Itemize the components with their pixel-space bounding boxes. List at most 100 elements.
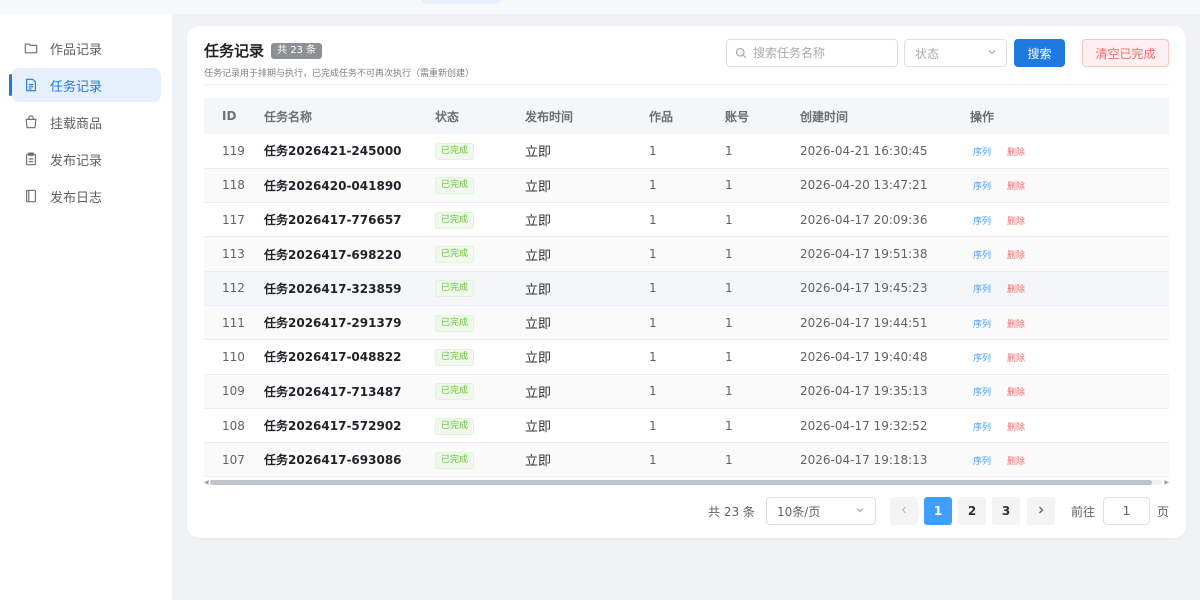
cell-account: 1 <box>725 305 800 341</box>
sidebar-item-task-record[interactable]: 任务记录 <box>9 68 161 102</box>
table-row[interactable]: 119 任务2026421-245000 已完成 立即 1 1 2026-04-… <box>204 134 1169 169</box>
scroll-left-arrow-icon[interactable]: ◀ <box>204 479 209 486</box>
goto-page-input[interactable] <box>1103 497 1150 525</box>
delete-link[interactable]: 删除 <box>1007 423 1025 433</box>
table-row[interactable]: 109 任务2026417-713487 已完成 立即 1 1 2026-04-… <box>204 374 1169 409</box>
cell-works: 1 <box>649 134 725 169</box>
column-header-id[interactable]: ID <box>204 98 264 134</box>
cell-account: 1 <box>725 374 800 409</box>
sequence-link[interactable]: 序列 <box>973 217 991 227</box>
status-select[interactable]: 状态 <box>904 39 1007 67</box>
cell-account: 1 <box>725 236 800 272</box>
column-header-created-time[interactable]: 创建时间 <box>800 98 970 134</box>
column-header-account[interactable]: 账号 <box>725 98 800 134</box>
search-button[interactable]: 搜索 <box>1014 39 1065 67</box>
sequence-link[interactable]: 序列 <box>973 388 991 398</box>
sequence-link[interactable]: 序列 <box>973 182 991 192</box>
cell-account: 1 <box>725 134 800 169</box>
delete-link[interactable]: 删除 <box>1007 182 1025 192</box>
cell-account: 1 <box>725 339 800 375</box>
page-button-2[interactable]: 2 <box>958 497 986 525</box>
column-header-works[interactable]: 作品 <box>649 98 725 134</box>
goto-label: 前往 <box>1071 505 1096 519</box>
cell-created-time: 2026-04-17 19:45:23 <box>800 271 970 306</box>
search-box[interactable] <box>726 39 898 67</box>
next-page-button[interactable] <box>1027 497 1055 525</box>
delete-link[interactable]: 删除 <box>1007 388 1025 398</box>
cell-id: 110 <box>204 339 264 375</box>
sidebar-item-works-record[interactable]: 作品记录 <box>11 31 161 65</box>
table-row[interactable]: 110 任务2026417-048822 已完成 立即 1 1 2026-04-… <box>204 339 1169 375</box>
top-tab-indicator <box>420 0 502 4</box>
search-input[interactable] <box>753 46 893 60</box>
cell-task-name: 任务2026417-713487 <box>264 374 435 409</box>
table-row[interactable]: 118 任务2026420-041890 已完成 立即 1 1 2026-04-… <box>204 168 1169 204</box>
page-button-3[interactable]: 3 <box>992 497 1020 525</box>
cell-id: 109 <box>204 374 264 409</box>
status-badge: 已完成 <box>435 280 475 298</box>
cell-publish-time: 立即 <box>525 168 649 204</box>
delete-link[interactable]: 删除 <box>1007 251 1025 261</box>
sidebar-item-products[interactable]: 挂载商品 <box>11 105 161 139</box>
folder-icon <box>24 41 38 55</box>
status-badge: 已完成 <box>435 383 475 401</box>
cell-created-time: 2026-04-17 19:35:13 <box>800 374 970 409</box>
cell-account: 1 <box>725 202 800 238</box>
table-row[interactable]: 117 任务2026417-776657 已完成 立即 1 1 2026-04-… <box>204 202 1169 238</box>
status-badge: 已完成 <box>435 314 475 332</box>
cell-created-time: 2026-04-20 13:47:21 <box>800 168 970 204</box>
column-header-name[interactable]: 任务名称 <box>264 98 435 134</box>
page-button-1[interactable]: 1 <box>924 497 952 525</box>
sequence-link[interactable]: 序列 <box>973 457 991 467</box>
sidebar-item-publish-log[interactable]: 发布日志 <box>11 179 161 213</box>
sequence-link[interactable]: 序列 <box>973 251 991 261</box>
table-row[interactable]: 113 任务2026417-698220 已完成 立即 1 1 2026-04-… <box>204 236 1169 272</box>
cell-works: 1 <box>649 374 725 409</box>
status-badge: 已完成 <box>435 211 475 229</box>
sequence-link[interactable]: 序列 <box>973 285 991 295</box>
delete-link[interactable]: 删除 <box>1007 217 1025 227</box>
cell-created-time: 2026-04-17 20:09:36 <box>800 202 970 238</box>
cell-account: 1 <box>725 168 800 204</box>
cell-works: 1 <box>649 271 725 306</box>
table-header-row: ID 任务名称 状态 发布时间 作品 账号 创建时间 操作 <box>204 98 1169 134</box>
sequence-link[interactable]: 序列 <box>973 354 991 364</box>
delete-link[interactable]: 删除 <box>1007 457 1025 467</box>
status-badge: 已完成 <box>435 348 475 366</box>
count-badge: 共 23 条 <box>271 42 323 59</box>
cell-task-name: 任务2026421-245000 <box>264 134 435 169</box>
status-badge: 已完成 <box>435 177 475 195</box>
scrollbar-thumb[interactable] <box>210 480 1152 485</box>
prev-page-button[interactable] <box>890 497 918 525</box>
sidebar-item-label: 任务记录 <box>50 79 103 95</box>
cell-id: 119 <box>204 134 264 169</box>
sequence-link[interactable]: 序列 <box>973 320 991 330</box>
column-header-status[interactable]: 状态 <box>435 98 525 134</box>
delete-link[interactable]: 删除 <box>1007 320 1025 330</box>
table-row[interactable]: 108 任务2026417-572902 已完成 立即 1 1 2026-04-… <box>204 408 1169 444</box>
sidebar-item-label: 发布记录 <box>50 153 103 169</box>
table-row[interactable]: 112 任务2026417-323859 已完成 立即 1 1 2026-04-… <box>204 271 1169 306</box>
horizontal-scrollbar[interactable]: ◀ ▶ <box>204 478 1169 487</box>
column-header-publish-time[interactable]: 发布时间 <box>525 98 649 134</box>
cell-id: 111 <box>204 305 264 341</box>
table-row[interactable]: 107 任务2026417-693086 已完成 立即 1 1 2026-04-… <box>204 442 1169 478</box>
cell-created-time: 2026-04-17 19:18:13 <box>800 442 970 478</box>
cell-account: 1 <box>725 442 800 478</box>
cell-publish-time: 立即 <box>525 236 649 272</box>
page-size-select[interactable]: 10条/页 <box>766 497 876 525</box>
sidebar-item-publish-record[interactable]: 发布记录 <box>11 142 161 176</box>
scroll-right-arrow-icon[interactable]: ▶ <box>1164 479 1169 486</box>
card-header: 任务记录 共 23 条 任务记录用于排期与执行，已完成任务不可再次执行（需重新创… <box>204 40 474 79</box>
cell-task-name: 任务2026417-776657 <box>264 202 435 238</box>
table-row[interactable]: 111 任务2026417-291379 已完成 立即 1 1 2026-04-… <box>204 305 1169 341</box>
delete-link[interactable]: 删除 <box>1007 148 1025 158</box>
sequence-link[interactable]: 序列 <box>973 148 991 158</box>
sequence-link[interactable]: 序列 <box>973 423 991 433</box>
delete-link[interactable]: 删除 <box>1007 285 1025 295</box>
page-suffix-label: 页 <box>1157 505 1170 519</box>
pagination: 共 23 条 10条/页 1 2 3 前往 页 <box>187 497 1186 525</box>
clear-completed-button[interactable]: 清空已完成 <box>1082 39 1169 67</box>
delete-link[interactable]: 删除 <box>1007 354 1025 364</box>
cell-task-name: 任务2026417-693086 <box>264 442 435 478</box>
